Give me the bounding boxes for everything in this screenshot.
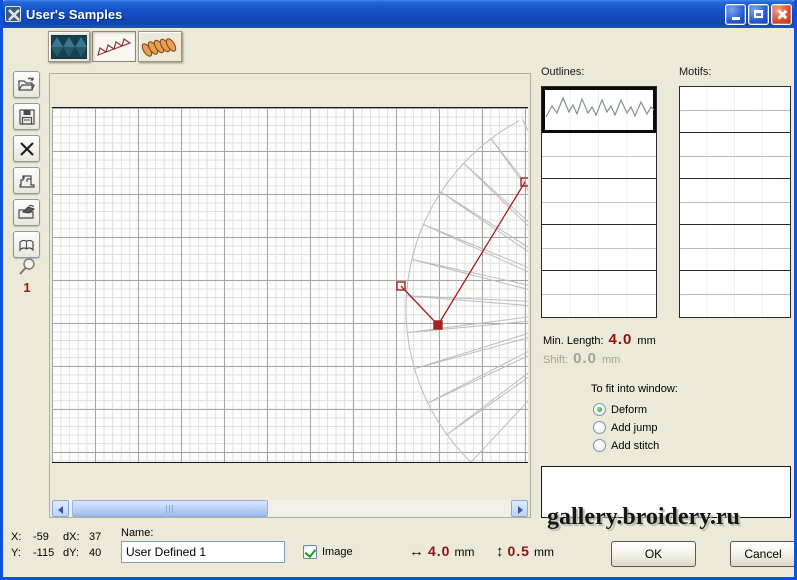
samples-book-button[interactable] xyxy=(13,231,40,258)
image-checkbox-row[interactable]: Image xyxy=(303,545,353,559)
motif-row[interactable] xyxy=(680,271,790,317)
stitch-drawing xyxy=(52,108,528,463)
maximize-button[interactable] xyxy=(748,4,769,25)
zoom-level: 1 xyxy=(15,280,39,295)
stitch-canvas[interactable] xyxy=(52,107,528,463)
cord-pattern-icon xyxy=(141,35,179,59)
motif-row[interactable] xyxy=(680,133,790,179)
width-dimension: ↔ 4.0 mm xyxy=(409,543,474,560)
satin-pattern-icon xyxy=(51,35,87,59)
x-label: X: xyxy=(11,531,33,543)
shift-unit: mm xyxy=(602,354,620,366)
outline-row[interactable] xyxy=(542,271,656,317)
horizontal-arrow-icon: ↔ xyxy=(409,543,424,560)
maximize-icon xyxy=(754,10,763,18)
radio-label-add-jump: Add jump xyxy=(611,422,657,434)
motif-row[interactable] xyxy=(680,87,790,133)
height-unit: mm xyxy=(534,545,554,559)
width-unit: mm xyxy=(454,545,474,559)
outlines-list xyxy=(541,86,657,318)
save-button[interactable] xyxy=(13,103,40,130)
outline-row[interactable] xyxy=(542,179,656,225)
x-coordinates: X: -59 dX: 37 xyxy=(11,531,113,543)
image-checkbox-box[interactable] xyxy=(303,545,317,559)
cord-sample-button[interactable] xyxy=(138,31,182,62)
radio-label-deform: Deform xyxy=(611,404,647,416)
width-value: 4.0 xyxy=(428,543,450,559)
radio-add-stitch[interactable]: Add stitch xyxy=(593,439,659,452)
y-label: Y: xyxy=(11,547,33,559)
close-icon xyxy=(776,9,787,20)
cancel-button[interactable]: Cancel xyxy=(730,541,796,567)
delete-x-icon xyxy=(18,140,36,158)
name-label: Name: xyxy=(121,527,153,539)
min-length-value[interactable]: 4.0 xyxy=(609,331,633,348)
shift-label: Shift: xyxy=(543,354,568,366)
outline-row[interactable] xyxy=(542,225,656,271)
outline-sample-button[interactable] xyxy=(92,31,136,62)
minimize-button[interactable] xyxy=(725,4,746,25)
ok-button[interactable]: OK xyxy=(611,541,696,567)
shift-value: 0.0 xyxy=(573,350,597,367)
motifs-list xyxy=(679,86,791,318)
dy-label: dY: xyxy=(63,547,89,559)
radio-button-deform[interactable] xyxy=(593,403,606,416)
delete-button[interactable] xyxy=(13,135,40,162)
min-length-label: Min. Length: xyxy=(543,335,604,347)
users-samples-dialog: User's Samples xyxy=(0,0,797,580)
x-value: -59 xyxy=(33,531,63,543)
radio-add-jump[interactable]: Add jump xyxy=(593,421,657,434)
open-button[interactable] xyxy=(13,71,40,98)
scroll-right-button[interactable] xyxy=(511,500,528,517)
vertical-arrow-icon: ↕ xyxy=(496,543,504,560)
min-length-row: Min. Length: 4.0 mm xyxy=(543,331,656,348)
dx-value: 37 xyxy=(89,531,113,543)
sewing-machine-icon xyxy=(18,172,36,190)
height-value: 0.5 xyxy=(508,543,530,559)
save-floppy-icon xyxy=(18,108,36,126)
fit-into-window-label: To fit into window: xyxy=(591,383,678,395)
y-coordinates: Y: -115 dY: 40 xyxy=(11,547,113,559)
motif-row[interactable] xyxy=(680,225,790,271)
height-dimension: ↕ 0.5 mm xyxy=(496,543,554,560)
outlines-label: Outlines: xyxy=(541,66,584,78)
canvas-container xyxy=(49,73,531,518)
minimize-icon xyxy=(732,17,740,20)
dy-value: 40 xyxy=(89,547,113,559)
title-bar[interactable]: User's Samples xyxy=(0,0,797,28)
name-input[interactable] xyxy=(121,541,285,563)
book-icon xyxy=(17,237,36,253)
motif-row[interactable] xyxy=(680,179,790,225)
min-length-unit: mm xyxy=(637,335,655,347)
radio-button-add-stitch[interactable] xyxy=(593,439,606,452)
close-button[interactable] xyxy=(771,4,792,25)
zigzag-outline-preview xyxy=(544,90,654,130)
shift-row: Shift: 0.0 mm xyxy=(543,350,620,367)
machine-button[interactable] xyxy=(13,167,40,194)
satin-sample-button[interactable] xyxy=(48,31,90,62)
export-button[interactable] xyxy=(13,199,40,226)
radio-label-add-stitch: Add stitch xyxy=(611,440,659,452)
dx-label: dX: xyxy=(63,531,89,543)
scroll-track[interactable] xyxy=(69,500,511,517)
y-value: -115 xyxy=(33,547,63,559)
outline-row-selected[interactable] xyxy=(542,87,656,133)
zigzag-polyline xyxy=(546,98,654,117)
triangle-outline-icon xyxy=(95,35,133,59)
outline-row[interactable] xyxy=(542,133,656,179)
watermark: gallery.broidery.ru xyxy=(547,504,740,531)
scroll-thumb[interactable] xyxy=(72,500,268,517)
magnifier-icon xyxy=(17,257,37,277)
scroll-left-button[interactable] xyxy=(52,500,69,517)
export-folder-icon xyxy=(17,204,36,221)
radio-deform[interactable]: Deform xyxy=(593,403,647,416)
image-checkbox-label: Image xyxy=(322,546,353,558)
zoom-indicator[interactable]: 1 xyxy=(15,257,39,295)
horizontal-scrollbar[interactable] xyxy=(52,500,528,517)
open-folder-icon xyxy=(17,76,36,93)
motifs-label: Motifs: xyxy=(679,66,711,78)
radio-button-add-jump[interactable] xyxy=(593,421,606,434)
app-icon xyxy=(5,6,21,22)
window-title: User's Samples xyxy=(26,7,723,22)
